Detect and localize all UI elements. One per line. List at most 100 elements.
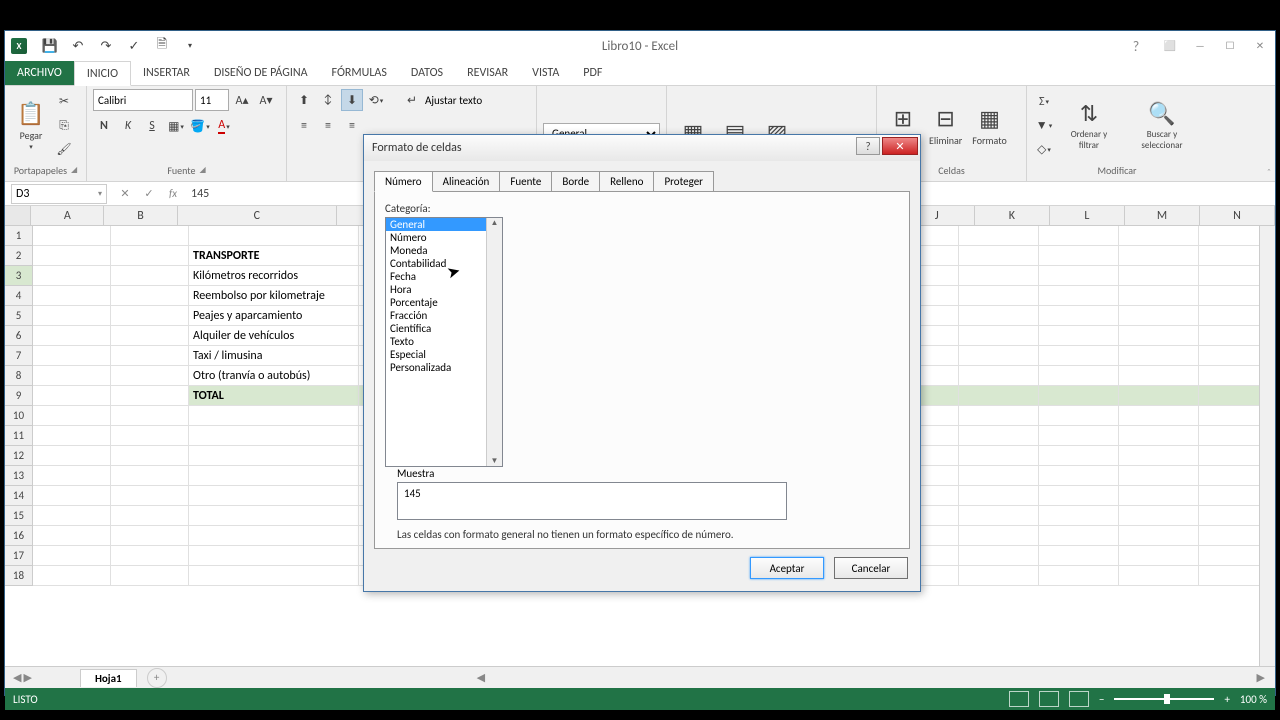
cell[interactable]: [1119, 226, 1199, 246]
zoom-in-icon[interactable]: +: [1224, 693, 1229, 706]
format-painter-icon[interactable]: 🖌: [53, 139, 75, 161]
align-left-icon[interactable]: ≡: [293, 115, 315, 137]
cell[interactable]: [33, 366, 111, 386]
cell[interactable]: [1039, 266, 1119, 286]
cell[interactable]: [111, 486, 189, 506]
category-item[interactable]: Fecha: [386, 270, 502, 283]
cell[interactable]: [33, 326, 111, 346]
cell[interactable]: [1119, 506, 1199, 526]
underline-icon[interactable]: S: [141, 115, 163, 137]
cell[interactable]: [33, 346, 111, 366]
row-header[interactable]: 14: [5, 486, 33, 506]
cell[interactable]: Peajes y aparcamiento: [189, 306, 359, 326]
row-header[interactable]: 5: [5, 306, 33, 326]
cell[interactable]: Alquiler de vehículos: [189, 326, 359, 346]
cell[interactable]: [189, 406, 359, 426]
cell[interactable]: [1039, 406, 1119, 426]
cell[interactable]: [189, 506, 359, 526]
cell[interactable]: [1119, 326, 1199, 346]
cell[interactable]: [1119, 366, 1199, 386]
cell[interactable]: [959, 226, 1039, 246]
cell[interactable]: [189, 546, 359, 566]
cell[interactable]: [959, 466, 1039, 486]
cell[interactable]: [959, 566, 1039, 586]
cell[interactable]: [959, 526, 1039, 546]
spellcheck-icon[interactable]: ✓: [121, 34, 147, 58]
tab-formulas[interactable]: FÓRMULAS: [320, 61, 399, 85]
cell[interactable]: [1119, 246, 1199, 266]
cut-icon[interactable]: ✂: [53, 91, 75, 113]
cell[interactable]: [189, 466, 359, 486]
border-icon[interactable]: ▦: [165, 115, 187, 137]
cell[interactable]: [1039, 326, 1119, 346]
row-header[interactable]: 10: [5, 406, 33, 426]
cell[interactable]: Otro (tranvía o autobús): [189, 366, 359, 386]
cell[interactable]: [959, 326, 1039, 346]
cell[interactable]: [111, 306, 189, 326]
cell[interactable]: [111, 446, 189, 466]
find-select-button[interactable]: 🔍Buscar y seleccionar: [1123, 92, 1201, 160]
font-launcher-icon[interactable]: ◢: [200, 165, 206, 175]
cell[interactable]: Reembolso por kilometraje: [189, 286, 359, 306]
cell[interactable]: [111, 566, 189, 586]
row-header[interactable]: 17: [5, 546, 33, 566]
new-doc-icon[interactable]: 🗎: [149, 34, 175, 58]
tab-review[interactable]: REVISAR: [455, 61, 520, 85]
tab-insert[interactable]: INSERTAR: [131, 61, 202, 85]
category-item[interactable]: Científica: [386, 322, 502, 335]
cell[interactable]: [959, 266, 1039, 286]
cell[interactable]: [1039, 346, 1119, 366]
row-header[interactable]: 2: [5, 246, 33, 266]
cell[interactable]: [33, 246, 111, 266]
cell[interactable]: [33, 306, 111, 326]
cancel-button[interactable]: Cancelar: [834, 557, 908, 579]
cell[interactable]: [1119, 526, 1199, 546]
italic-icon[interactable]: K: [117, 115, 139, 137]
font-color-icon[interactable]: A: [213, 115, 235, 137]
name-box[interactable]: D3: [11, 184, 107, 204]
cell[interactable]: [1119, 546, 1199, 566]
cell[interactable]: [1119, 286, 1199, 306]
select-all-cell[interactable]: [5, 206, 31, 225]
category-item[interactable]: Moneda: [386, 244, 502, 257]
cell[interactable]: [33, 546, 111, 566]
tab-layout[interactable]: DISEÑO DE PÁGINA: [202, 61, 320, 85]
cell[interactable]: [1119, 486, 1199, 506]
cell[interactable]: [111, 526, 189, 546]
cell[interactable]: [1039, 546, 1119, 566]
cell[interactable]: [959, 306, 1039, 326]
cell[interactable]: [111, 546, 189, 566]
ribbon-display-icon[interactable]: ⬜: [1155, 36, 1185, 54]
row-header[interactable]: 1: [5, 226, 33, 246]
cell[interactable]: [1119, 306, 1199, 326]
cell[interactable]: [111, 286, 189, 306]
collapse-ribbon-icon[interactable]: ˆ: [1267, 166, 1271, 179]
align-right-icon[interactable]: ≡: [341, 115, 363, 137]
col-header[interactable]: N: [1200, 206, 1275, 225]
cell[interactable]: [1119, 386, 1199, 406]
col-header[interactable]: A: [31, 206, 104, 225]
fill-icon[interactable]: ▼: [1033, 115, 1055, 137]
cell[interactable]: [1039, 306, 1119, 326]
close-icon[interactable]: ✕: [1245, 36, 1275, 54]
cell[interactable]: [959, 506, 1039, 526]
cell[interactable]: [33, 226, 111, 246]
cell[interactable]: [959, 286, 1039, 306]
category-item[interactable]: Porcentaje: [386, 296, 502, 309]
cell[interactable]: [959, 546, 1039, 566]
tab-pdf[interactable]: PDF: [571, 61, 614, 85]
cell[interactable]: [1119, 446, 1199, 466]
align-top-icon[interactable]: ⬆: [293, 89, 315, 111]
align-bottom-icon[interactable]: ⬇: [341, 89, 363, 111]
dlg-tab-fill[interactable]: Relleno: [599, 171, 654, 192]
cell[interactable]: [33, 286, 111, 306]
row-header[interactable]: 12: [5, 446, 33, 466]
cell[interactable]: [1039, 426, 1119, 446]
cell[interactable]: TRANSPORTE: [189, 246, 359, 266]
bold-icon[interactable]: N: [93, 115, 115, 137]
font-size-select[interactable]: [195, 89, 229, 111]
sheet-tab[interactable]: Hoja1: [80, 669, 137, 687]
category-item[interactable]: Especial: [386, 348, 502, 361]
cell[interactable]: [33, 466, 111, 486]
col-header[interactable]: M: [1125, 206, 1200, 225]
